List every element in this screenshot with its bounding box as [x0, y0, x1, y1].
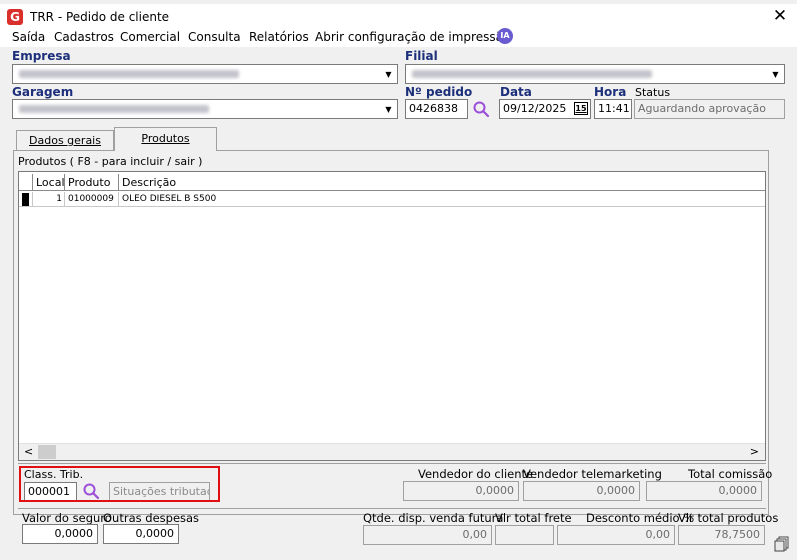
col-produto[interactable]: Produto [65, 174, 119, 191]
vlr-frete-label: Vlr total frete [495, 511, 572, 525]
close-button[interactable]: ✕ [768, 6, 792, 26]
calendar-icon[interactable]: 15 [574, 102, 588, 115]
menu-saida[interactable]: Saída [12, 30, 45, 45]
scroll-right-icon[interactable]: > [750, 445, 759, 458]
vlr-total-produtos-label: Vlr total produtos [678, 511, 779, 525]
title-bar: G TRR - Pedido de cliente ✕ [0, 4, 797, 28]
redacted-text [19, 70, 239, 78]
scroll-left-icon[interactable]: < [24, 445, 33, 458]
produtos-caption: Produtos ( F8 - para incluir / sair ) [18, 155, 203, 168]
tab-dados-gerais[interactable]: Dados gerais [16, 130, 114, 150]
data-input[interactable]: 09/12/2025 15 [499, 99, 591, 119]
chevron-down-icon[interactable]: ▼ [381, 101, 396, 117]
menu-comercial[interactable]: Comercial [120, 30, 180, 45]
data-label: Data [500, 85, 532, 99]
empresa-label: Empresa [12, 49, 71, 63]
row-selector-icon [22, 193, 29, 206]
vlr-frete-field [495, 525, 554, 545]
vlr-total-produtos-field: 78,7500 [678, 525, 765, 545]
qtde-disp-label: Qtde. disp. venda futura [363, 511, 504, 525]
copy-pages-icon[interactable] [774, 536, 790, 552]
tab-label: Dados gerais [29, 134, 101, 147]
scroll-thumb[interactable] [38, 445, 56, 459]
cell-local[interactable]: 1 [33, 192, 65, 207]
divider [18, 508, 766, 509]
filial-select[interactable]: ▼ [405, 64, 785, 84]
vendedor-telemarketing-field: 0,0000 [523, 481, 640, 501]
data-value: 09/12/2025 [503, 102, 567, 115]
redacted-text [19, 105, 209, 113]
vendedor-telemarketing-label: Vendedor telemarketing [523, 467, 662, 481]
chevron-down-icon[interactable]: ▼ [381, 66, 396, 82]
total-comissao-label: Total comissão [688, 467, 773, 481]
qtde-disp-field: 0,00 [363, 525, 492, 545]
cell-descricao[interactable]: OLEO DIESEL B S500 [119, 192, 765, 207]
row-indicator [19, 192, 33, 207]
menu-relatorios[interactable]: Relatórios [249, 30, 309, 45]
desconto-medio-field: 0,00 [557, 525, 675, 545]
produtos-grid[interactable]: Local Produto Descrição 1 01000009 OLEO … [18, 171, 766, 461]
outras-despesas-input[interactable]: 0,0000 [103, 524, 179, 544]
empresa-select[interactable]: ▼ [12, 64, 398, 84]
total-comissao-field: 0,0000 [646, 481, 762, 501]
menu-consulta[interactable]: Consulta [188, 30, 241, 45]
search-icon[interactable] [472, 100, 490, 118]
pedido-input[interactable]: 0426838 [405, 99, 468, 119]
filial-label: Filial [405, 49, 438, 63]
col-local[interactable]: Local [33, 174, 65, 191]
garagem-select[interactable]: ▼ [12, 99, 398, 119]
menu-cadastros[interactable]: Cadastros [54, 30, 114, 45]
grid-indicator-header [19, 174, 33, 191]
window-title: TRR - Pedido de cliente [30, 10, 170, 24]
menu-bar: Saída Cadastros Comercial Consulta Relat… [0, 28, 797, 47]
divider [18, 463, 766, 464]
menu-abrir-configuracao-impressao[interactable]: Abrir configuração de impressão [315, 30, 510, 45]
garagem-label: Garagem [12, 85, 74, 99]
hora-label: Hora [594, 85, 627, 99]
status-field: Aguardando aprovação [634, 99, 785, 119]
grid-header: Local Produto Descrição [19, 174, 765, 191]
tab-produtos[interactable]: Produtos [114, 127, 217, 151]
vendedor-cliente-field: 0,0000 [403, 481, 519, 501]
pedido-label: Nº pedido [405, 85, 473, 99]
highlight-box [19, 466, 220, 502]
chevron-down-icon[interactable]: ▼ [768, 66, 783, 82]
table-row[interactable]: 1 01000009 OLEO DIESEL B S500 [19, 192, 765, 207]
hora-input[interactable]: 11:41 [594, 99, 632, 119]
redacted-text [412, 70, 652, 78]
valor-seguro-input[interactable]: 0,0000 [22, 524, 98, 544]
tab-label: Produtos [141, 132, 190, 145]
status-label: Status [635, 86, 671, 99]
cell-produto[interactable]: 01000009 [65, 192, 119, 207]
vendedor-cliente-label: Vendedor do cliente [418, 467, 534, 481]
horizontal-scrollbar[interactable]: < > [19, 443, 765, 460]
col-descricao[interactable]: Descrição [119, 174, 765, 191]
ia-assistant-icon[interactable]: IA [497, 28, 513, 44]
app-logo-icon: G [7, 9, 23, 25]
